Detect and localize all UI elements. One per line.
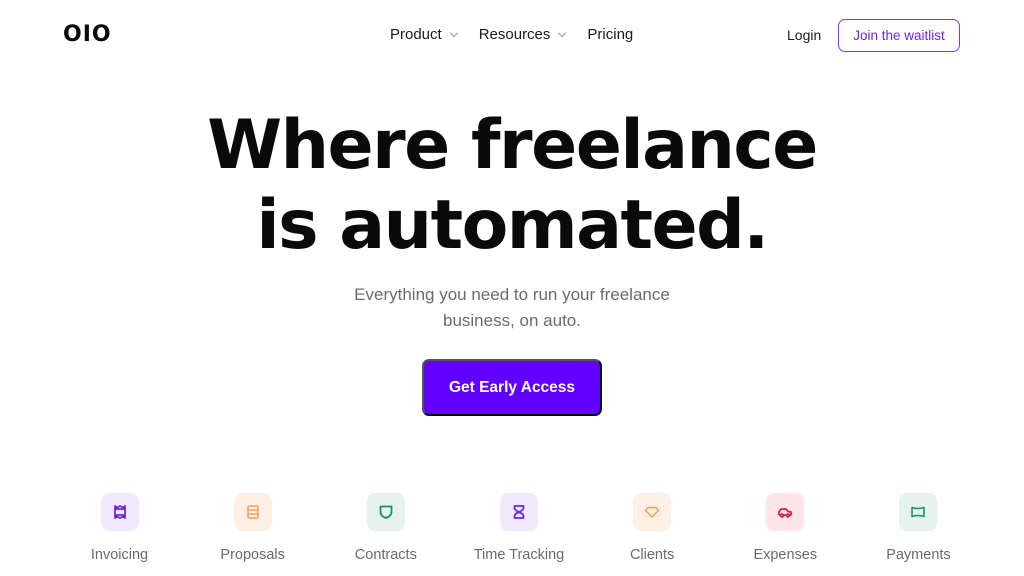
feature-icon-tile	[366, 493, 405, 531]
hourglass-icon	[513, 505, 525, 519]
feature-time-tracking[interactable]: Time Tracking	[453, 493, 584, 563]
feature-icon-tile	[766, 493, 805, 531]
hero-subtitle: Everything you need to run your freelanc…	[312, 282, 712, 334]
feature-proposals[interactable]: Proposals	[187, 493, 318, 563]
feature-label: Proposals	[220, 547, 285, 563]
chevron-down-icon	[449, 28, 458, 37]
hero-title-line-1: Where freelance	[207, 106, 818, 185]
feature-list: Invoicing Proposals Contracts Time Track…	[54, 493, 984, 563]
nav-link-pricing[interactable]: Pricing	[587, 26, 633, 43]
receipt-icon	[113, 505, 126, 519]
hero-title-line-2: is automated.	[256, 186, 769, 265]
flag-icon	[911, 506, 926, 518]
feature-label: Expenses	[753, 547, 818, 563]
logo[interactable]: OIO	[63, 22, 112, 47]
feature-icon-tile	[633, 493, 672, 531]
nav-link-label: Resources	[478, 26, 551, 43]
feature-icon-tile	[899, 493, 938, 531]
top-nav: OIO Product Resources Pricing Login Join…	[0, 0, 1024, 72]
feature-icon-tile	[100, 493, 139, 531]
nav-link-resources[interactable]: Resources	[478, 26, 567, 43]
get-early-access-button[interactable]: Get Early Access	[422, 359, 602, 416]
feature-expenses[interactable]: Expenses	[720, 493, 851, 563]
feature-label: Time Tracking	[473, 547, 565, 563]
feature-label: Invoicing	[90, 547, 149, 563]
feature-payments[interactable]: Payments	[853, 493, 984, 563]
feature-icon-tile	[233, 493, 272, 531]
feature-label: Payments	[886, 547, 951, 563]
login-link[interactable]: Login	[787, 27, 821, 43]
feature-contracts[interactable]: Contracts	[320, 493, 451, 563]
car-icon	[778, 508, 793, 518]
nav-link-label: Pricing	[587, 26, 634, 43]
diamond-icon	[644, 506, 660, 518]
feature-label: Clients	[629, 547, 675, 563]
chevron-down-icon	[558, 28, 567, 37]
shield-icon	[379, 505, 393, 519]
hero-title: Where freelance is automated.	[0, 106, 1024, 266]
feature-icon-tile	[499, 493, 538, 531]
hero-subtitle-line-2: business, on auto.	[443, 311, 581, 330]
nav-links: Product Resources Pricing	[390, 26, 655, 43]
join-waitlist-button[interactable]: Join the waitlist	[838, 19, 960, 52]
nav-link-label: Product	[390, 26, 442, 43]
feature-invoicing[interactable]: Invoicing	[54, 493, 185, 563]
feature-label: Contracts	[354, 547, 417, 563]
feature-clients[interactable]: Clients	[587, 493, 718, 563]
hero-subtitle-line-1: Everything you need to run your freelanc…	[354, 285, 670, 304]
nav-link-product[interactable]: Product	[390, 26, 458, 43]
document-lines-icon	[246, 505, 259, 519]
